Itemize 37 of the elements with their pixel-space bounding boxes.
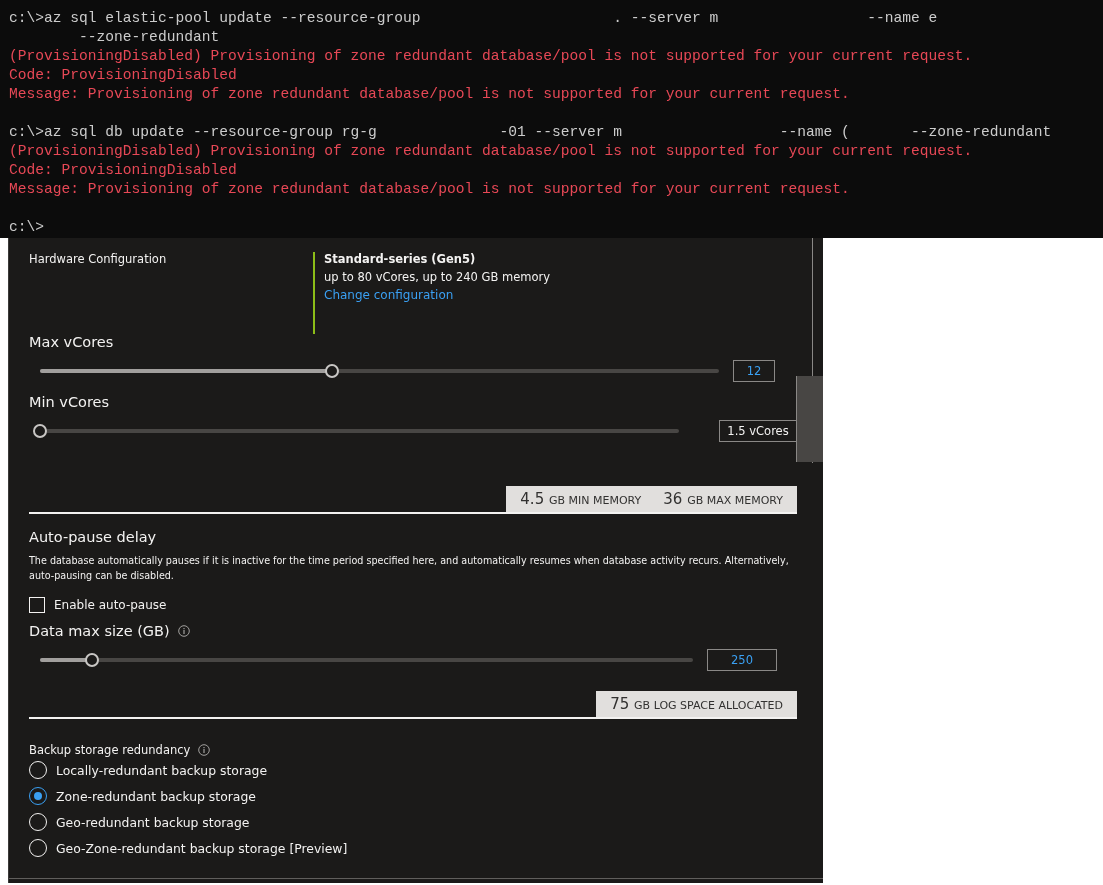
section-title: Auto-pause delay <box>29 529 158 545</box>
slider-thumb[interactable] <box>85 653 100 667</box>
info-text: 36 GB MAX MEMORY <box>663 490 783 508</box>
field-label: Max vCores <box>29 334 115 350</box>
field-label: Hardware Configuration <box>29 252 168 268</box>
slider-thumb[interactable] <box>33 424 47 438</box>
field-label: Data max size (GB) <box>29 623 170 639</box>
value-field[interactable]: 1.5 vCores <box>719 420 797 442</box>
info-text: 4.5 GB MIN MEMORY <box>520 490 642 508</box>
field-label: Backup storage redundancy <box>29 743 191 757</box>
command-line: c:\> <box>9 218 46 237</box>
value-field[interactable]: 250 <box>707 649 777 671</box>
error-line: (ProvisioningDisabled) Provisioning of zone redundant database/pool is not supported for your current request. <box>9 47 974 66</box>
change-configuration-link[interactable]: Change configuration <box>324 288 550 302</box>
error-line: Code: ProvisioningDisabled <box>9 161 238 180</box>
radio-label[interactable]: Zone-redundant backup storage <box>56 788 256 804</box>
series-name: Standard-series (Gen5) <box>324 252 477 266</box>
error-line: Message: Provisioning of zone redundant database/pool is not supported for your current request. <box>9 180 851 199</box>
command-line: c:\>az sql elastic-pool update --resource-group . --server m --name e <box>9 9 939 28</box>
description-text: The database automatically pauses if it is inactive for the time period specified here, and automatically resumes when database activity recurs. Alternatively, auto-pausing can be disabled. <box>29 554 790 583</box>
info-icon[interactable] <box>177 625 190 637</box>
radio-label[interactable]: Locally-redundant backup storage <box>56 762 268 778</box>
slider-thumb[interactable] <box>324 364 339 378</box>
checkbox-label[interactable]: Enable auto-pause <box>54 598 167 612</box>
command-line: --zone-redundant <box>78 28 221 47</box>
radio-label[interactable]: Geo-redundant backup storage <box>56 814 250 830</box>
error-line: (ProvisioningDisabled) Provisioning of zone redundant database/pool is not supported for your current request. <box>9 142 974 161</box>
info-text: 75 GB LOG SPACE ALLOCATED <box>610 695 783 713</box>
error-line: Code: ProvisioningDisabled <box>9 66 238 85</box>
command-line: c:\>az sql db update --resource-group rg-g -01 --server m --name ( --zone-redundant <box>9 123 1053 142</box>
radio-label[interactable]: Geo-Zone-redundant backup storage [Preview] <box>56 840 348 856</box>
error-line: Message: Provisioning of zone redundant database/pool is not supported for your current request. <box>9 85 851 104</box>
field-label: Min vCores <box>29 394 111 410</box>
series-details: up to 80 vCores, up to 240 GB memory <box>324 270 550 284</box>
value-field[interactable]: 12 <box>733 360 775 382</box>
info-icon[interactable] <box>198 744 211 756</box>
checkbox[interactable] <box>29 597 45 613</box>
